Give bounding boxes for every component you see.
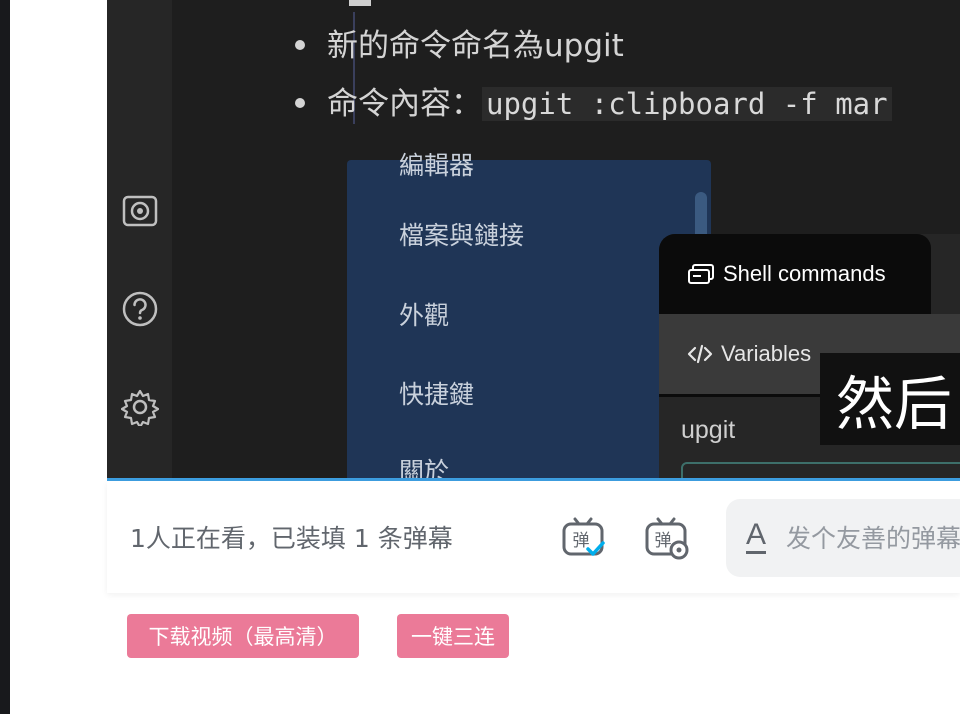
doc-bullet-1: 新的命令命名為upgit <box>295 20 624 65</box>
terminal-icon <box>688 264 714 284</box>
help-icon <box>121 290 159 328</box>
tab-shell-label: Shell commands <box>723 261 886 286</box>
svg-text:弹: 弹 <box>655 531 672 551</box>
heading-fragment <box>349 0 371 6</box>
viewer-count-text: 1人正在看，已装填 1 条弹幕 <box>130 524 453 553</box>
bullet-icon <box>295 97 305 108</box>
obsidian-ribbon <box>107 0 172 478</box>
doc-text: 新的命令命名為upgit <box>327 28 624 64</box>
danmaku-input[interactable] <box>784 522 960 554</box>
code-icon <box>687 344 713 364</box>
triple-action-button[interactable]: 一键三连 <box>397 614 509 658</box>
player-sending-bar: 1人正在看，已装填 1 条弹幕 弹 弹 A <box>107 481 960 593</box>
command-field <box>681 462 960 478</box>
settings-item-appearance: 外觀 <box>399 301 450 330</box>
download-video-button[interactable]: 下载视频（最高清） <box>127 614 359 658</box>
tab-shell-commands: Shell commands <box>659 234 931 314</box>
settings-item-hotkeys: 快捷鍵 <box>399 380 475 409</box>
settings-item-files-links: 檔案與鏈接 <box>399 221 525 250</box>
tab-variables-label: Variables <box>721 341 812 366</box>
doc-text: 命令內容： <box>327 86 482 122</box>
command-name: upgit <box>681 416 736 444</box>
doc-code: upgit :clipboard -f mar <box>482 87 892 121</box>
video-subtitle: 然后 <box>820 353 960 445</box>
settings-item-editor: 編輯器 <box>399 151 475 180</box>
settings-nav-panel: 編輯器 檔案與鏈接 外觀 快捷鍵 關於 <box>347 151 711 478</box>
gear-icon <box>121 388 159 426</box>
vault-icon <box>121 192 159 230</box>
bullet-icon <box>295 39 305 50</box>
danmaku-input-box[interactable]: A <box>726 499 960 577</box>
danmaku-settings-button[interactable]: 弹 <box>640 511 692 563</box>
danmaku-on-icon: 弹 <box>562 517 605 556</box>
text-style-icon[interactable]: A <box>746 520 767 556</box>
doc-bullet-2: 命令內容： upgit :clipboard -f mar <box>295 78 892 123</box>
danmaku-settings-icon: 弹 <box>645 517 689 560</box>
danmaku-toggle-button[interactable]: 弹 <box>557 511 609 563</box>
video-player[interactable]: 新的命令命名為upgit 命令內容： upgit :clipboard -f ma… <box>107 0 960 478</box>
settings-item-about: 關於 <box>399 457 450 478</box>
page-edge-strip <box>0 0 10 714</box>
